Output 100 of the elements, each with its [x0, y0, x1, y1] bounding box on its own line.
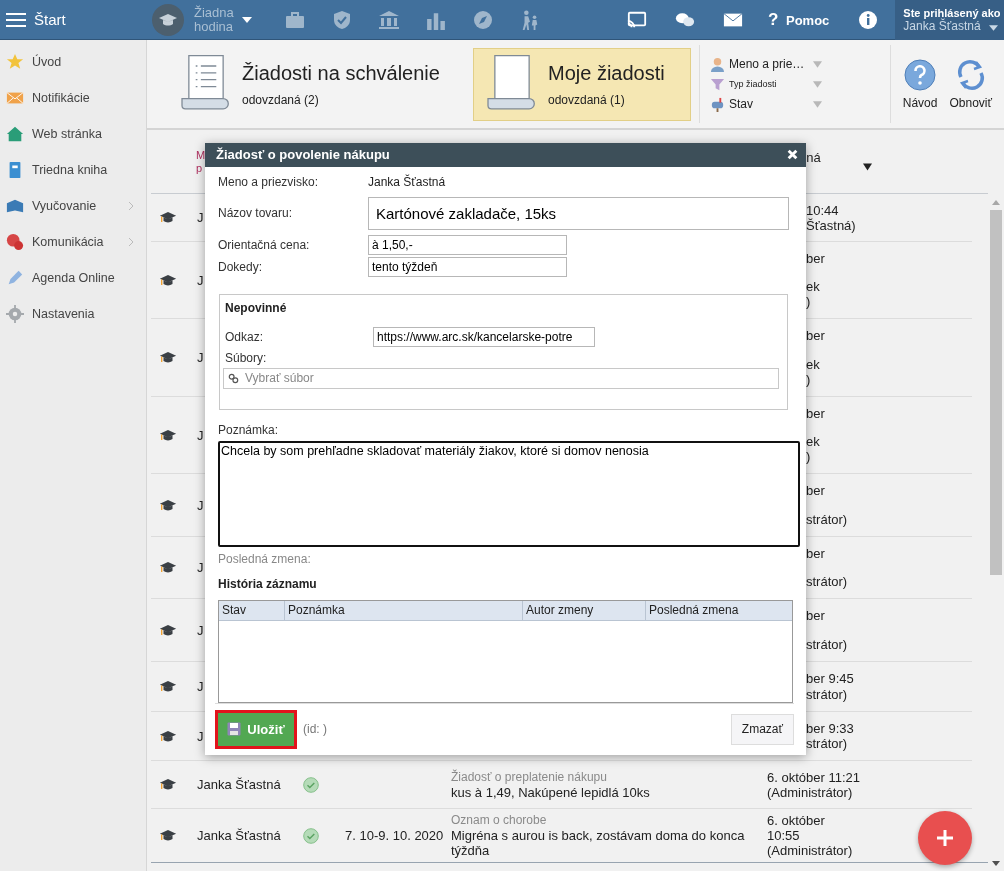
sidebar-item[interactable]: Agenda Online: [32, 271, 115, 285]
column-header[interactable]: Stav: [219, 600, 285, 620]
envelope-icon[interactable]: [6, 89, 24, 107]
field-label: Odkaz:: [225, 329, 264, 344]
table-cell: ber: [806, 251, 825, 266]
graduation-cap-icon: [159, 728, 177, 744]
table-cell-text: 10:55: [767, 828, 801, 843]
star-icon[interactable]: [6, 53, 24, 71]
table-cell-text: strátor): [806, 736, 849, 751]
table-cell-text: Migréna s aurou is back, zostávam doma do konca týždňa: [451, 828, 746, 858]
table-cell-text: ek: [806, 279, 821, 294]
field-label: Orientačná cena:: [218, 237, 311, 252]
filter-dropdown[interactable]: Typ žiadosti: [710, 76, 822, 92]
request-type: Žiadosť o preplatenie nákupu: [451, 769, 608, 785]
table-cell-text: kus à 1,49, Nakúpené lepidlá 10ks: [451, 784, 651, 800]
sidebar-item[interactable]: Úvod: [32, 55, 62, 69]
mailbox-icon: [710, 96, 725, 112]
pen-icon[interactable]: [6, 269, 24, 287]
graduation-cap-icon[interactable]: [152, 3, 184, 36]
request-type: Oznam o chorobe: [451, 813, 548, 828]
input-field[interactable]: Kartónové zakladače, 15ks: [368, 196, 789, 230]
record-id: (id: ): [303, 722, 327, 737]
link-icon: [228, 372, 239, 384]
sidebar-item[interactable]: Komunikácia: [32, 235, 104, 249]
file-picker[interactable]: Vybrať súbor: [223, 367, 779, 389]
caret-icon[interactable]: [242, 16, 252, 23]
shield-icon[interactable]: [332, 9, 352, 30]
scroll-up-icon[interactable]: [992, 200, 1000, 205]
field-label: Dokedy:: [218, 259, 264, 274]
cast-icon[interactable]: [627, 9, 647, 30]
table-cell-text: ): [806, 372, 812, 387]
table-cell-text: (Administrátor): [767, 784, 854, 800]
filter-dropdown[interactable]: Stav: [710, 96, 822, 112]
table-cell: strátor): [806, 574, 848, 589]
info-icon[interactable]: [858, 9, 879, 30]
bank-icon[interactable]: [379, 9, 399, 30]
table-cell-text: ber: [806, 546, 826, 561]
sidebar-item[interactable]: Vyučovanie: [32, 199, 97, 213]
chevron-icon[interactable]: [128, 201, 134, 211]
link-field[interactable]: https://www.arc.sk/kancelarske-potre: [373, 326, 595, 347]
graduation-cap-icon: [159, 560, 177, 575]
user-label: Ste prihlásený ako: [903, 6, 1002, 19]
chevron-icon[interactable]: [128, 237, 134, 247]
table-cell: J: [197, 350, 204, 365]
graduation-cap-icon: [159, 427, 177, 443]
scroll-thumb[interactable]: [990, 210, 1002, 575]
sidebar-item[interactable]: Triedna kniha: [32, 163, 108, 177]
sidebar-item[interactable]: Notifikácie: [32, 91, 90, 105]
filter-dropdown[interactable]: Meno a prie…: [710, 56, 822, 72]
graduation-cap-icon: [159, 777, 177, 792]
close-icon[interactable]: [787, 149, 798, 161]
request-tab[interactable]: Žiadosti na schválenie odovzdaná (2): [159, 47, 465, 121]
graduation-cap-icon: [159, 622, 177, 638]
graduation-cap-icon: [159, 679, 177, 694]
refresh-button[interactable]: Obnoviť: [949, 58, 992, 110]
section-title: História záznamu: [218, 576, 318, 591]
sort-icon[interactable]: [862, 162, 872, 171]
walking-people-icon[interactable]: [520, 9, 540, 30]
table-cell: Janka Šťastná: [197, 777, 281, 792]
table-cell: Janka Šťastná: [197, 828, 281, 843]
column-header[interactable]: Posledná zmena: [646, 600, 792, 620]
plus-icon: [935, 828, 955, 848]
gear-icon[interactable]: [6, 305, 24, 323]
add-button[interactable]: [918, 811, 972, 865]
column-header[interactable]: Poznámka: [285, 600, 523, 620]
request-tab[interactable]: Moje žiadosti odovzdaná (1): [473, 47, 691, 121]
field-label: Meno a priezvisko:: [218, 175, 320, 190]
compass-icon[interactable]: [473, 9, 493, 30]
table-cell-text: ber: [806, 608, 826, 623]
start-link[interactable]: Štart: [34, 11, 152, 28]
table-cell: strátor): [806, 512, 848, 527]
table-cell-text: ek: [806, 434, 821, 449]
table-cell: J: [197, 272, 204, 288]
scroll-down-icon[interactable]: [992, 861, 1000, 866]
chat-icon[interactable]: [6, 233, 24, 251]
book-icon[interactable]: [6, 197, 24, 215]
menu-icon[interactable]: [6, 11, 26, 28]
table-cell-text: ): [806, 449, 812, 464]
delete-button[interactable]: Zmazať: [730, 713, 794, 745]
caret-icon: [813, 60, 822, 68]
table-cell: J: [197, 560, 204, 575]
table-cell: strátor): [806, 637, 848, 652]
sidebar-item[interactable]: Web stránka: [32, 127, 102, 141]
input-field[interactable]: tento týždeň: [368, 256, 567, 277]
note-field[interactable]: Chcela by som prehľadne skladovať materiály žiakov, ktoré si domov nenosia: [218, 440, 800, 547]
column-header[interactable]: ná: [806, 150, 821, 165]
table-cell: J: [197, 427, 204, 443]
user-menu[interactable]: Ste prihlásený ako Janka Šťastná: [895, 0, 1004, 40]
house-icon[interactable]: [6, 125, 24, 143]
sidebar-item[interactable]: Nastavenia: [32, 307, 95, 321]
help-link[interactable]: ? Pomoc: [768, 9, 830, 30]
caret-icon[interactable]: [989, 24, 998, 31]
table-cell: J: [197, 728, 204, 744]
help-button[interactable]: Návod: [902, 58, 938, 110]
question-icon: [904, 58, 937, 91]
input-field[interactable]: à 1,50,-: [368, 234, 567, 255]
column-header[interactable]: Autor zmeny: [523, 600, 646, 620]
column-header[interactable]: M p: [196, 148, 206, 175]
briefcase-icon[interactable]: [285, 9, 305, 30]
dialog-title: Žiadosť o povolenie nákupu: [216, 147, 390, 163]
